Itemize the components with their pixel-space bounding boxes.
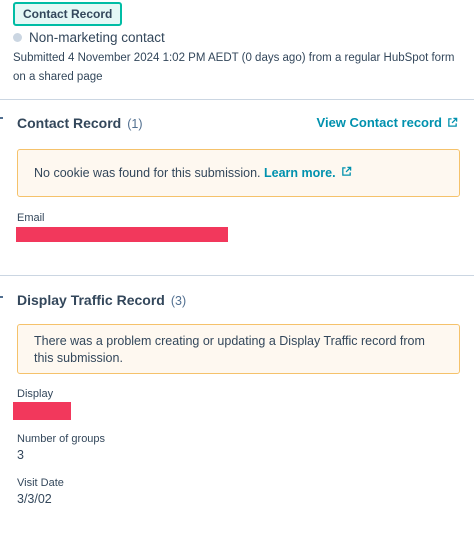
contact-type-row: Non-marketing contact: [13, 30, 165, 45]
field-value-number-of-groups: 3: [17, 448, 24, 462]
section-title-display-traffic[interactable]: Display Traffic Record (3): [17, 292, 186, 308]
redacted-email-value: [16, 227, 228, 242]
submission-info: Submitted 4 November 2024 1:02 PM AEDT (…: [13, 52, 455, 83]
field-label-email: Email: [17, 212, 45, 224]
field-label-visit-date: Visit Date: [17, 477, 64, 489]
contact-record-tag: Contact Record: [13, 2, 123, 26]
section-title-contact[interactable]: Contact Record (1): [17, 115, 143, 131]
field-label-number-of-groups: Number of groups: [17, 433, 106, 445]
learn-more-link[interactable]: Learn more.: [264, 166, 352, 180]
alert-text: There was a problem creating or updating…: [34, 334, 425, 365]
external-link-icon: [448, 117, 458, 127]
contact-type-text: Non-marketing contact: [29, 30, 165, 45]
section-divider: [0, 275, 474, 276]
field-label-display: Display: [17, 388, 54, 400]
display-traffic-error-alert: There was a problem creating or updating…: [17, 324, 460, 374]
section-divider: [0, 99, 474, 100]
collapse-caret-icon[interactable]: [0, 117, 3, 119]
collapse-caret-icon[interactable]: [0, 296, 3, 298]
no-cookie-alert: No cookie was found for this submission.…: [17, 149, 460, 197]
section-count: (1): [127, 117, 143, 131]
redacted-display-value: [13, 402, 71, 420]
section-count: (3): [170, 294, 187, 308]
field-value-visit-date: 3/3/02: [17, 492, 52, 506]
external-link-icon: [341, 166, 351, 176]
view-contact-record-link[interactable]: View Contact record: [317, 115, 458, 130]
alert-text: No cookie was found for this submission.: [34, 166, 261, 180]
status-dot-icon: [13, 33, 22, 42]
